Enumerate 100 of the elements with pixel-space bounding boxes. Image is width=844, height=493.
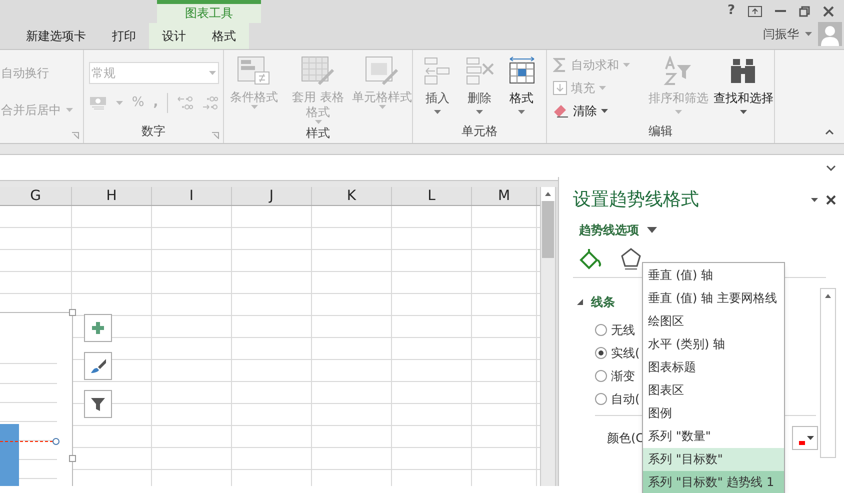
column-header[interactable]: J [232, 187, 312, 205]
ribbon-tab[interactable]: 打印 [99, 23, 149, 49]
scroll-up-icon[interactable] [541, 187, 555, 201]
user-name[interactable]: 闫振华 [763, 25, 799, 43]
options-dropdown[interactable]: 趋势线选项 [579, 221, 657, 239]
help-button[interactable]: ? [727, 1, 735, 21]
resize-handle-icon[interactable] [69, 455, 76, 462]
menu-item[interactable]: 绘图区 [643, 310, 784, 333]
caret-icon [66, 108, 73, 112]
group-label: 单元格 [462, 123, 498, 140]
increase-decimal-icon[interactable] [177, 96, 194, 110]
restore-icon[interactable] [799, 6, 810, 16]
cell-style-icon [365, 56, 399, 86]
column-header[interactable]: I [152, 187, 232, 205]
caret-icon [250, 105, 258, 109]
sigma-icon [553, 58, 567, 72]
color-picker[interactable] [792, 426, 818, 450]
conditional-format-icon [237, 56, 271, 86]
radio-label: 实线( [611, 345, 640, 362]
fill-down-icon [553, 81, 567, 95]
group-label: 编辑 [648, 123, 672, 140]
brush-icon [89, 358, 107, 374]
caret-icon [601, 109, 608, 113]
menu-item[interactable]: 水平 (类别) 轴 [643, 333, 784, 356]
column-header[interactable]: L [392, 187, 472, 205]
chart-styles-button[interactable] [84, 352, 112, 380]
user-avatar-icon[interactable] [818, 22, 842, 46]
chart-area[interactable] [0, 312, 73, 486]
column-header[interactable]: G [0, 187, 72, 205]
dialog-launcher-icon[interactable] [212, 132, 219, 139]
caret-icon [674, 110, 682, 114]
ribbon-large-button[interactable]: 查找和选择 [712, 56, 774, 120]
radio-button[interactable] [595, 370, 607, 382]
ribbon-large-button[interactable]: 格式 [504, 56, 540, 114]
column-header[interactable]: M [472, 187, 537, 205]
sort-filter-icon [663, 56, 694, 86]
menu-item[interactable]: 系列 "数量" [643, 425, 784, 448]
decrease-decimal-icon[interactable] [202, 96, 218, 110]
caret-icon [807, 436, 814, 440]
menu-item[interactable]: 垂直 (值) 轴 [643, 264, 784, 287]
group-label: 数字 [142, 123, 166, 140]
menu-item[interactable]: 系列 "目标数" 趋势线 1 [643, 471, 784, 493]
expand-icon[interactable] [826, 164, 836, 170]
caret-icon [116, 101, 123, 105]
plus-icon [91, 321, 105, 335]
eraser-icon [553, 104, 569, 118]
filter-icon [90, 396, 106, 412]
collapse-ribbon-icon[interactable] [825, 129, 834, 135]
pane-title: 设置趋势线格式 [573, 188, 699, 212]
caret-icon [811, 198, 818, 202]
caret-icon [623, 63, 630, 67]
caret-icon [805, 32, 812, 36]
pentagon-icon[interactable] [621, 248, 641, 270]
menu-item[interactable]: 垂直 (值) 轴 主要网格线 [643, 287, 784, 310]
caret-icon [647, 227, 657, 233]
table-style-icon [301, 56, 335, 86]
fill-line-icon[interactable] [579, 248, 603, 270]
expanded-triangle-icon[interactable] [577, 299, 583, 305]
pane-scrollbar[interactable] [820, 288, 836, 458]
scroll-thumb[interactable] [542, 201, 554, 258]
caret-icon [378, 105, 386, 109]
menu-item[interactable]: 图例 [643, 402, 784, 425]
resize-handle-icon[interactable] [69, 309, 76, 316]
group-label: 样式 [306, 125, 330, 142]
caret-icon [599, 86, 606, 90]
vertical-scrollbar[interactable] [540, 187, 556, 486]
radio-button[interactable] [595, 347, 607, 359]
format-cells-icon [506, 56, 536, 86]
ribbon-display-icon[interactable] [748, 6, 762, 16]
column-header[interactable]: K [312, 187, 392, 205]
chart-elements-button[interactable] [84, 314, 112, 342]
caret-icon [208, 71, 216, 75]
close-icon[interactable] [823, 6, 834, 16]
ribbon-tab[interactable]: 新建选项卡 [13, 23, 99, 49]
radio-label: 渐变 [611, 368, 635, 385]
caret-icon [476, 110, 483, 114]
section-header[interactable]: 线条 [591, 293, 615, 311]
menu-item[interactable]: 图表区 [643, 379, 784, 402]
caret-icon [434, 110, 441, 114]
radio-label: 无线 [611, 322, 635, 339]
caret-icon [518, 110, 525, 114]
ribbon-small-button[interactable]: 清除 [553, 102, 644, 120]
trendline[interactable] [0, 438, 60, 445]
column-header[interactable]: H [72, 187, 152, 205]
caret-icon [314, 120, 322, 124]
menu-item[interactable]: 图表标题 [643, 356, 784, 379]
dialog-launcher-icon[interactable] [72, 132, 79, 139]
close-icon[interactable] [826, 194, 836, 204]
caret-icon [740, 110, 747, 114]
menu-item[interactable]: 系列 "目标数" [643, 448, 784, 471]
currency-icon[interactable] [88, 96, 107, 110]
contextual-tab-header: 图表工具 [157, 0, 261, 23]
insert-cells-icon [422, 56, 452, 86]
ribbon-tab[interactable]: 格式 [199, 23, 249, 49]
ribbon-tab[interactable]: 设计 [149, 23, 199, 49]
radio-label: 自动( [611, 391, 640, 408]
chart-filters-button[interactable] [84, 390, 112, 418]
radio-button[interactable] [595, 324, 607, 336]
radio-button[interactable] [595, 393, 607, 405]
delete-cells-icon [464, 56, 494, 86]
